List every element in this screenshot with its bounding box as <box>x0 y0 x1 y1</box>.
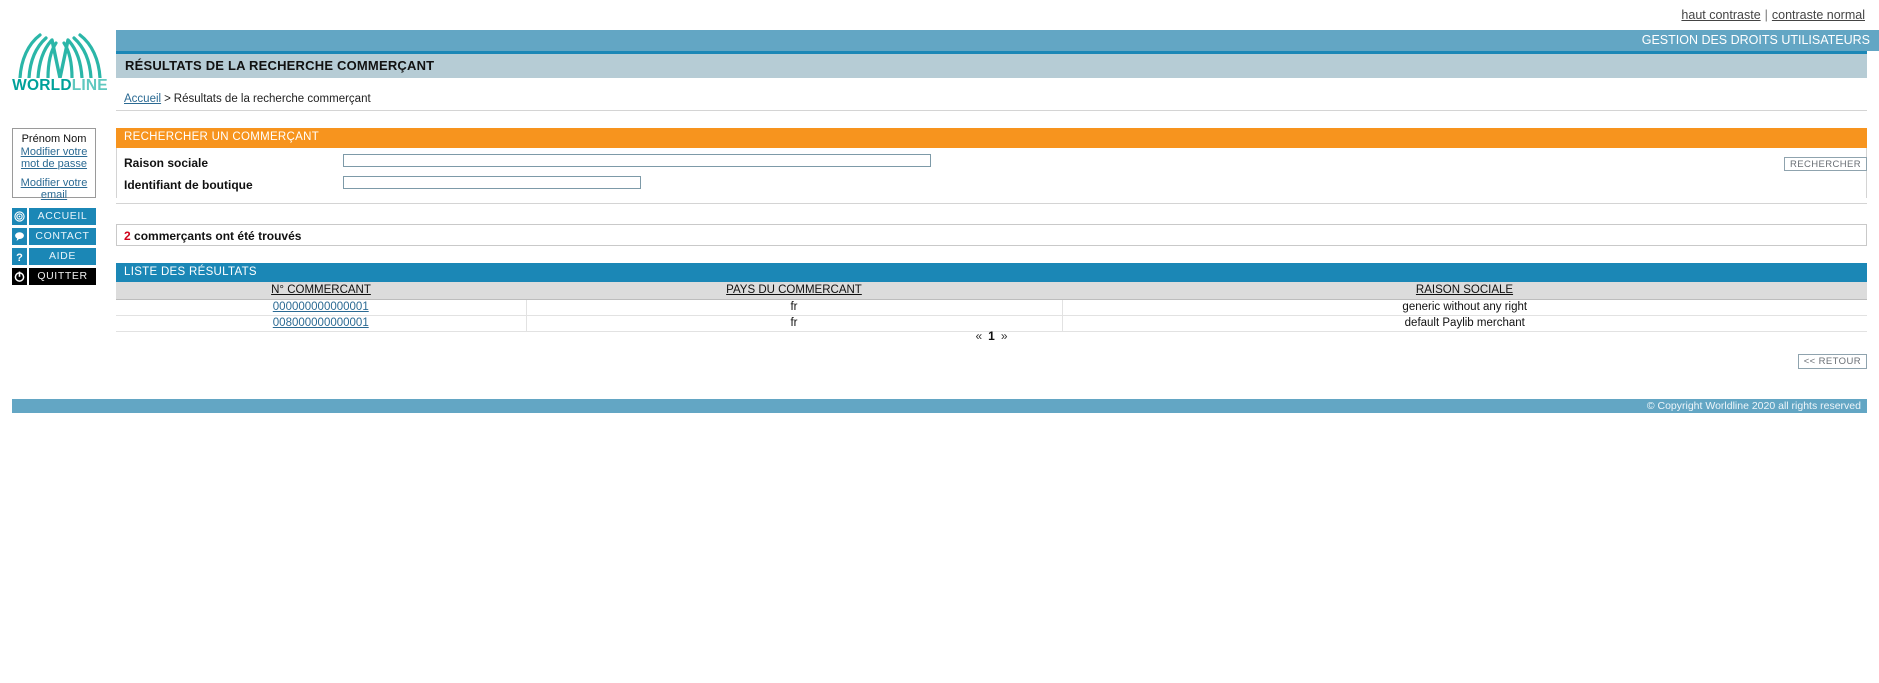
raison-sociale-label: Raison sociale <box>124 156 209 170</box>
sidebar-item-label: AIDE <box>29 248 96 265</box>
cell-country: fr <box>526 299 1063 316</box>
logo-text-world: WORLD <box>12 77 72 94</box>
breadcrumb-separator: > <box>164 93 171 105</box>
footer-copyright: © Copyright Worldline 2020 all rights re… <box>1646 400 1861 412</box>
footer: © Copyright Worldline 2020 all rights re… <box>12 399 1867 413</box>
result-count-text: 2 commerçants ont été trouvés <box>124 229 301 243</box>
breadcrumb-current: Résultats de la recherche commerçant <box>173 93 371 105</box>
breadcrumb: Accueil > Résultats de la recherche commer… <box>124 93 371 105</box>
high-contrast-link[interactable]: haut contraste <box>1681 8 1760 22</box>
worldline-arc-icon <box>18 33 102 80</box>
column-header-company-name[interactable]: RAISON SOCIALE <box>1062 282 1867 300</box>
contrast-separator: | <box>1764 8 1768 22</box>
results-section-header: LISTE DES RÉSULTATS <box>116 263 1867 282</box>
user-name: Prénom Nom <box>21 133 87 145</box>
raison-sociale-input[interactable] <box>343 154 931 167</box>
search-form-divider <box>116 203 1867 204</box>
result-count-box: 2 commerçants ont été trouvés <box>116 224 1867 246</box>
breadcrumb-divider <box>116 110 1867 111</box>
target-icon <box>12 208 27 225</box>
sidebar-item-label: QUITTER <box>29 268 96 285</box>
logo-text-line: LINE <box>71 77 108 94</box>
rechercher-button[interactable]: RECHERCHER <box>1783 157 1867 171</box>
power-icon <box>12 268 27 285</box>
page-title: RÉSULTATS DE LA RECHERCHE COMMERÇANT <box>125 58 435 73</box>
sidebar-item-label: CONTACT <box>29 228 96 245</box>
column-header-country[interactable]: PAYS DU COMMERCANT <box>526 282 1062 300</box>
sidebar-item-label: ACCUEIL <box>29 208 96 225</box>
identifiant-boutique-input[interactable] <box>343 176 641 189</box>
page-root: haut contraste | contraste normal WORLDLIN… <box>0 0 1879 683</box>
search-section-header: RECHERCHER UN COMMERÇANT <box>116 128 1867 148</box>
question-mark-icon: ? <box>12 248 27 265</box>
column-header-merchant-id[interactable]: N° COMMERCANT <box>116 282 526 300</box>
breadcrumb-home-link[interactable]: Accueil <box>124 93 161 105</box>
table-header-row: N° COMMERCANT PAYS DU COMMERCANT RAISON … <box>116 282 1867 300</box>
pagination-prev[interactable]: « <box>969 329 988 343</box>
cell-company-name: generic without any right <box>1062 299 1867 316</box>
retour-button[interactable]: << RETOUR <box>1797 354 1867 369</box>
contrast-links: haut contraste | contraste normal <box>1681 8 1865 22</box>
search-section-title: RECHERCHER UN COMMERÇANT <box>124 131 320 143</box>
normal-contrast-link[interactable]: contraste normal <box>1772 8 1865 22</box>
tab-strip <box>116 30 1867 51</box>
sidebar-item-aide[interactable]: ? AIDE <box>12 248 96 265</box>
worldline-logo[interactable]: WORLDLINE <box>12 30 108 94</box>
pagination-next[interactable]: » <box>995 329 1014 343</box>
table-row[interactable]: 000000000000001 fr generic without any r… <box>116 299 1867 316</box>
sidebar-item-quitter[interactable]: QUITTER <box>12 268 96 285</box>
tab-gestion-des-droits-utilisateurs[interactable]: GESTION DES DROITS UTILISATEURS <box>1632 30 1879 51</box>
user-info-box: Prénom Nom Modifier votre mot de passe M… <box>12 128 96 201</box>
sidebar-item-contact[interactable]: CONTACT <box>12 228 96 245</box>
pagination: «1» <box>116 329 1867 345</box>
page-title-bar: RÉSULTATS DE LA RECHERCHE COMMERÇANT <box>116 54 1867 78</box>
worldline-wordmark: WORLDLINE <box>12 78 108 94</box>
change-password-link[interactable]: Modifier votre mot de passe <box>13 146 95 170</box>
identifiant-boutique-label: Identifiant de boutique <box>124 178 253 192</box>
search-form: Raison sociale Identifiant de boutique <box>116 148 1867 198</box>
results-section-title: LISTE DES RÉSULTATS <box>124 266 257 278</box>
cell-merchant-id: 000000000000001 <box>116 299 527 316</box>
change-email-link[interactable]: Modifier votre email <box>13 177 95 201</box>
svg-text:?: ? <box>16 252 23 263</box>
result-count-number: 2 <box>124 229 131 243</box>
merchant-id-link[interactable]: 008000000000001 <box>273 317 369 329</box>
sidebar-item-accueil[interactable]: ACCUEIL <box>12 208 96 225</box>
user-box-spacer <box>13 170 95 177</box>
pagination-current-page[interactable]: 1 <box>988 329 995 343</box>
speech-bubble-icon <box>12 228 27 245</box>
results-table: N° COMMERCANT PAYS DU COMMERCANT RAISON … <box>116 282 1867 332</box>
result-count-label: commerçants ont été trouvés <box>134 229 302 243</box>
merchant-id-link[interactable]: 000000000000001 <box>273 301 369 313</box>
